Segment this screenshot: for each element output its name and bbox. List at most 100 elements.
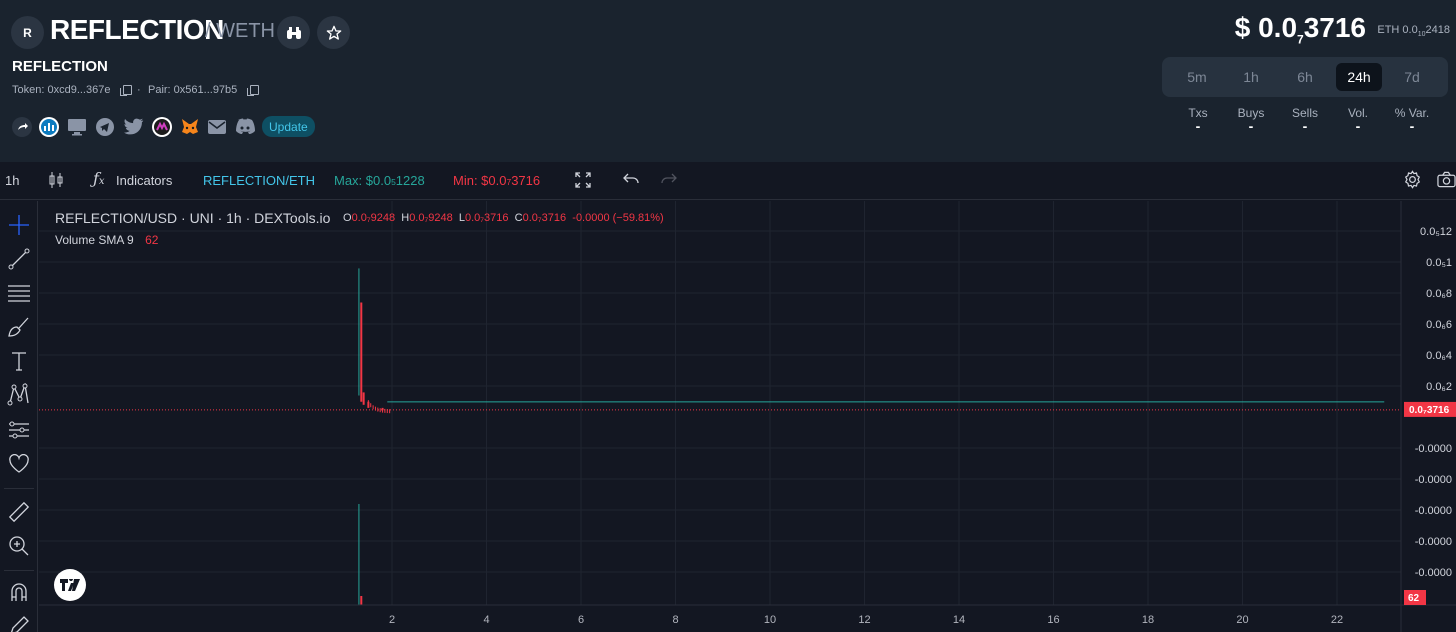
- x-tick-label: 6: [578, 614, 584, 626]
- y-tick-label: 0.0₆8: [1426, 288, 1452, 300]
- trendline-tool[interactable]: [4, 244, 34, 274]
- screenshot-button[interactable]: [1437, 171, 1456, 191]
- copy-token-icon[interactable]: [120, 85, 133, 96]
- x-tick-label: 14: [953, 614, 965, 626]
- candle-type-button[interactable]: [48, 171, 64, 192]
- text-icon: [12, 352, 26, 371]
- stat-value-vol: -: [1355, 118, 1361, 134]
- star-icon: [326, 25, 341, 40]
- copy-pair-icon[interactable]: [247, 85, 260, 96]
- eth-price-prefix: ETH 0.0: [1377, 24, 1418, 36]
- fib-tool[interactable]: [4, 278, 34, 308]
- email-icon[interactable]: [206, 116, 228, 138]
- timeframe-5m[interactable]: 5m: [1174, 63, 1220, 91]
- y-tick-label: -0.0000: [1415, 474, 1452, 486]
- share-icon[interactable]: [11, 116, 33, 138]
- max-price-digits: 1228: [395, 173, 425, 188]
- forecast-tool[interactable]: [4, 415, 34, 445]
- favorites-tool[interactable]: [4, 449, 34, 479]
- y-tick-label: 0.0₅1: [1426, 257, 1452, 269]
- x-tick-label: 4: [483, 614, 489, 626]
- x-tick-label: 22: [1331, 614, 1343, 626]
- x-tick-label: 12: [858, 614, 870, 626]
- telegram-icon[interactable]: [94, 116, 116, 138]
- chart-toolbar: 1h ƒx Indicators REFLECTION/ETH Max: $0.…: [0, 162, 1456, 200]
- ruler-tool[interactable]: [4, 497, 34, 527]
- chart-settings-button[interactable]: [1403, 170, 1422, 192]
- metamask-icon[interactable]: [179, 116, 201, 138]
- price-chart[interactable]: 2 4 6 8 10 12 14 16 18 20 22 0.0₅12 0.0₅1 0.0₆8 0.0₆6 0…: [39, 201, 1456, 632]
- coin-icon[interactable]: [151, 116, 173, 138]
- usd-price-zeros: 7: [1297, 32, 1304, 47]
- magnet-tool[interactable]: [4, 577, 34, 607]
- twitter-icon[interactable]: [123, 116, 145, 138]
- dextools-icon[interactable]: [38, 116, 60, 138]
- volume-label: Volume SMA 9: [55, 233, 134, 247]
- ohlc-h-value: 0.0₇9248: [409, 212, 453, 224]
- y-tick-label: -0.0000: [1415, 505, 1452, 517]
- brush-icon: [8, 317, 29, 337]
- stat-value-buys: -: [1248, 118, 1254, 134]
- eth-price: ETH 0.0102418: [1377, 24, 1450, 38]
- ruler-icon: [8, 501, 30, 523]
- token-subtitle: REFLECTION: [12, 58, 108, 75]
- website-icon[interactable]: [66, 116, 88, 138]
- eth-price-digits: 2418: [1425, 24, 1450, 36]
- x-tick-label: 18: [1142, 614, 1154, 626]
- timeframe-7d[interactable]: 7d: [1389, 63, 1435, 91]
- redo-button[interactable]: [661, 172, 677, 189]
- max-price: Max: $0.051228: [334, 173, 425, 188]
- pattern-tool[interactable]: [4, 380, 34, 410]
- pair-suffix: / WETH: [205, 20, 275, 42]
- timeframe-6h[interactable]: 6h: [1282, 63, 1328, 91]
- ohlc-values: O0.0₇9248 H0.0₇9248 L0.0₇3716 C0.0₇3716 …: [343, 212, 664, 224]
- camera-icon: [1437, 171, 1456, 188]
- indicators-button[interactable]: Indicators: [116, 173, 172, 188]
- lock-tool[interactable]: [4, 611, 34, 632]
- binoculars-icon: [286, 26, 301, 39]
- timeframe-24h[interactable]: 24h: [1336, 63, 1382, 91]
- y-tick-label: -0.0000: [1415, 567, 1452, 579]
- trendline-icon: [8, 248, 30, 270]
- ohlc-c-value: 0.0₇3716: [522, 212, 567, 224]
- crosshair-tool[interactable]: [4, 210, 34, 240]
- token-avatar: R: [11, 16, 44, 49]
- tools-divider: [4, 570, 34, 571]
- fullscreen-icon: [575, 172, 591, 188]
- heart-icon: [9, 454, 29, 473]
- brush-tool[interactable]: [4, 312, 34, 342]
- zoom-tool[interactable]: [4, 531, 34, 561]
- interval-button[interactable]: 1h: [5, 173, 19, 188]
- timeframe-1h[interactable]: 1h: [1228, 63, 1274, 91]
- fullscreen-button[interactable]: [574, 171, 592, 192]
- pattern-icon: [7, 383, 29, 406]
- text-tool[interactable]: [4, 346, 34, 376]
- drawing-toolbar: [0, 201, 38, 632]
- chart-canvas[interactable]: 2 4 6 8 10 12 14 16 18 20 22 0.0₅12 0.0₅1 0.0₆8 0.0₆6 0…: [39, 201, 1456, 632]
- usd-price: $ 0.073716: [1235, 12, 1366, 47]
- y-tick-label: 0.0₆4: [1426, 350, 1452, 362]
- redo-icon: [661, 173, 677, 184]
- usd-price-prefix: $ 0.0: [1234, 12, 1298, 43]
- tradingview-logo[interactable]: [54, 569, 86, 601]
- binoculars-button[interactable]: [277, 16, 310, 49]
- chart-legend-title: REFLECTION/USD · UNI · 1h · DEXTools.io: [55, 210, 331, 226]
- discord-icon[interactable]: [234, 116, 256, 138]
- x-tick-label: 2: [389, 614, 395, 626]
- update-button[interactable]: Update: [262, 116, 315, 137]
- zoom-in-icon: [9, 536, 29, 556]
- y-tick-label: 0.0₆2: [1426, 381, 1452, 393]
- x-tick-label: 8: [672, 614, 678, 626]
- symbol-label[interactable]: REFLECTION/ETH: [203, 173, 315, 188]
- undo-button[interactable]: [623, 172, 639, 189]
- pair-address-label: Pair: 0x561...97b5: [148, 84, 238, 96]
- y-tick-label: 0.0₅12: [1420, 226, 1452, 238]
- tools-divider: [4, 488, 34, 489]
- min-price-prefix: Min: $0.0: [453, 173, 507, 188]
- token-name: REFLECTION: [50, 14, 224, 45]
- tradingview-icon: [60, 579, 80, 591]
- x-tick-label: 20: [1236, 614, 1248, 626]
- favorite-button[interactable]: [317, 16, 350, 49]
- ohlc-h-key: H: [401, 212, 410, 224]
- stat-value-txs: -: [1195, 118, 1201, 134]
